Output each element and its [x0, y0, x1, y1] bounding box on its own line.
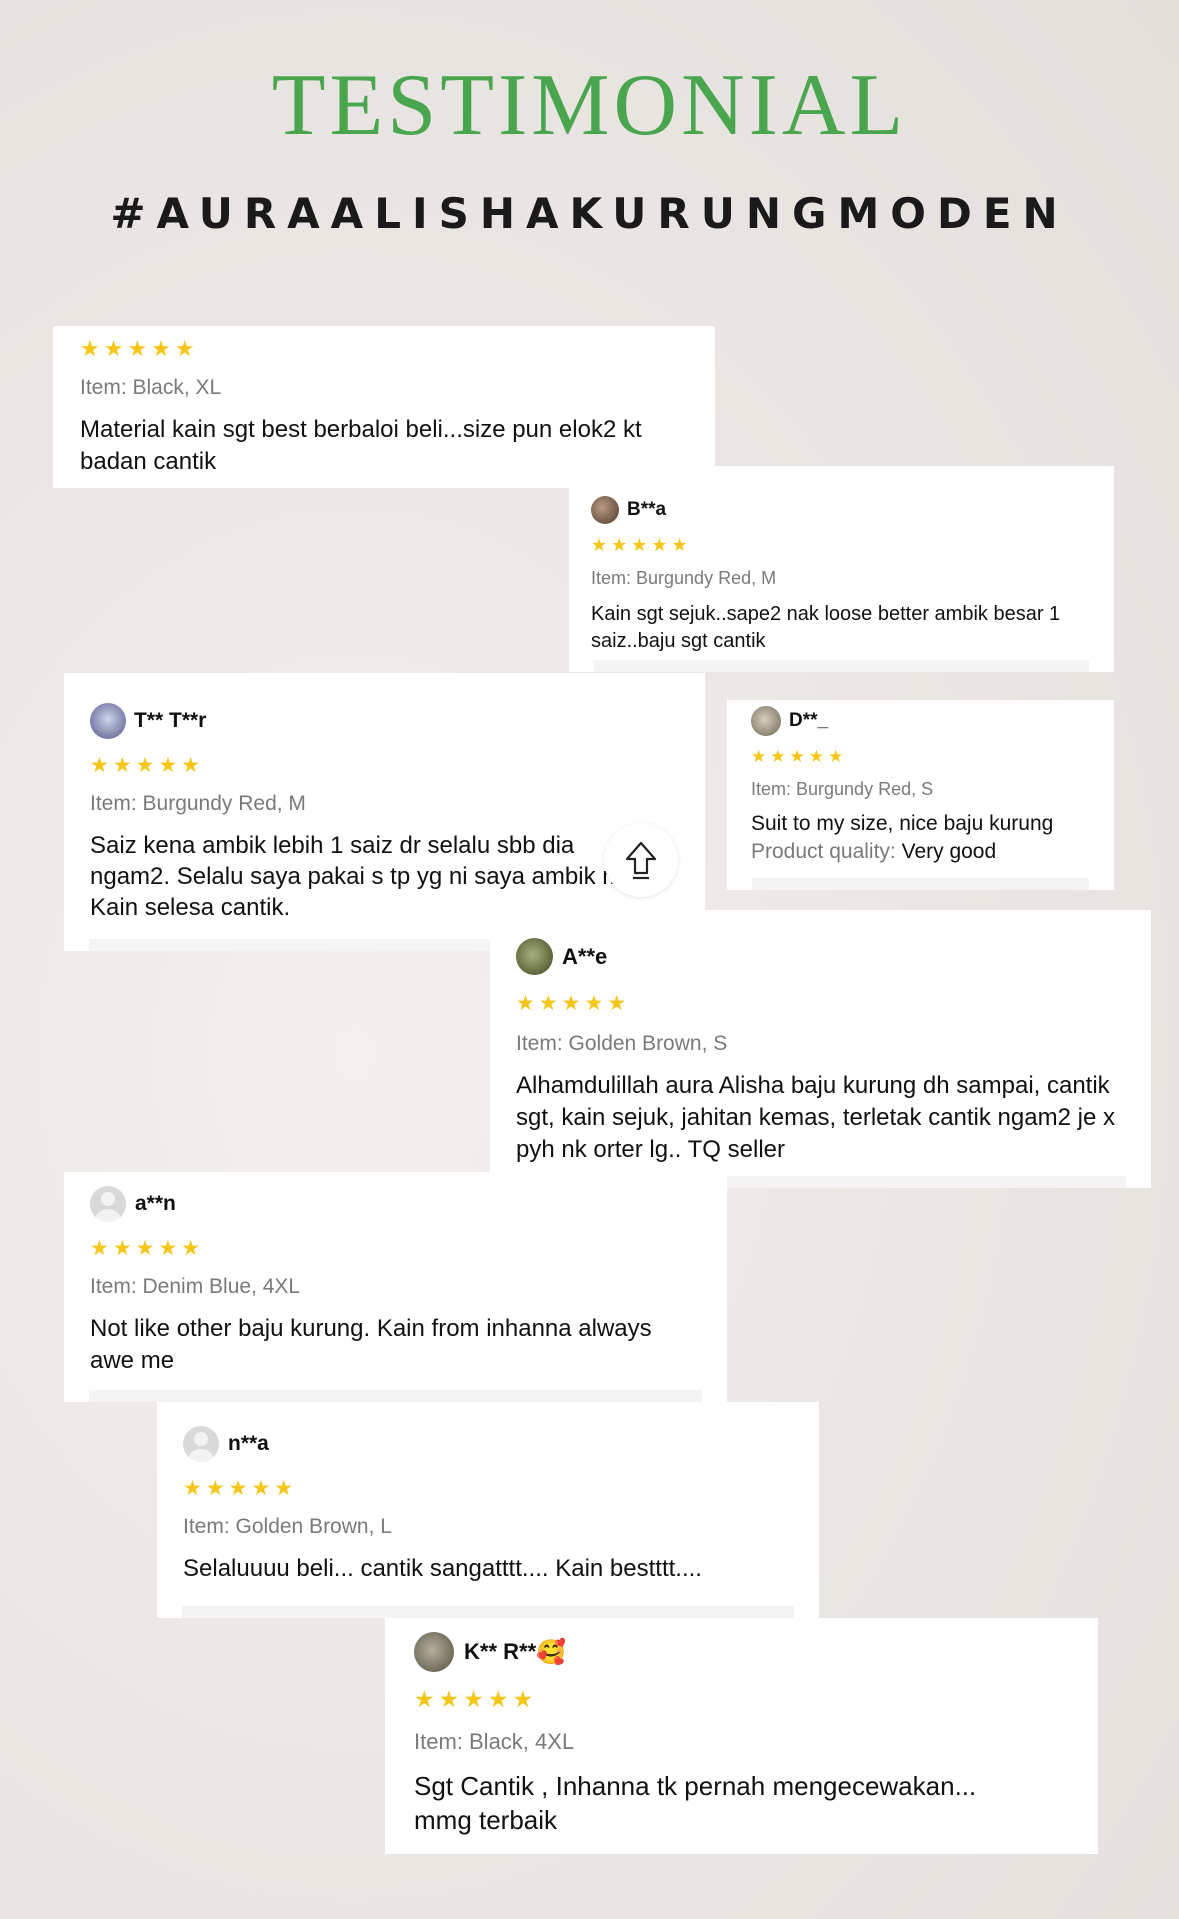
review-item: Item: Burgundy Red, M	[591, 568, 777, 588]
user-avatar	[90, 703, 126, 739]
rating-stars: ★★★★★	[80, 336, 199, 361]
user-avatar	[591, 496, 619, 524]
rating-stars: ★★★★★	[516, 992, 631, 1015]
review-card: D**_ ★★★★★ Item: Burgundy Red, S Suit to…	[727, 700, 1114, 890]
review-card: A**e ★★★★★ Item: Golden Brown, S Alhamdu…	[490, 910, 1151, 1188]
quality-value: Very good	[901, 840, 997, 863]
review-item: Item: Black, XL	[80, 376, 222, 399]
user-avatar	[90, 1186, 126, 1222]
reviewer-name: a**n	[135, 1192, 176, 1215]
reviewer-name: A**e	[562, 943, 608, 969]
review-item: Item: Burgundy Red, M	[90, 792, 306, 815]
scroll-top-button[interactable]	[604, 823, 678, 897]
quality-label: Product quality:	[751, 840, 896, 863]
review-item: Item: Denim Blue, 4XL	[90, 1275, 301, 1298]
rating-stars: ★★★★★	[591, 535, 692, 555]
rating-stars: ★★★★★	[414, 1686, 538, 1712]
reviewer-name: D**_	[789, 710, 829, 731]
user-avatar	[751, 706, 781, 736]
review-card: B**a ★★★★★ Item: Burgundy Red, M Kain sg…	[569, 466, 1114, 672]
rating-stars: ★★★★★	[90, 754, 205, 777]
hashtag-subtitle: #AURAALISHAKURUNGMODEN	[110, 189, 1069, 238]
review-item: Item: Burgundy Red, S	[751, 779, 934, 799]
review-text: Sgt Cantik , Inhanna tk pernah mengecewa…	[414, 1771, 977, 1835]
rating-stars: ★★★★★	[90, 1237, 205, 1260]
review-text: Selaluuuu beli... cantik sangatttt.... K…	[183, 1555, 702, 1582]
review-card: n**a ★★★★★ Item: Golden Brown, L Selaluu…	[157, 1402, 819, 1618]
smiling-face-with-hearts-emoji: 🥰	[536, 1638, 567, 1666]
review-item: Item: Golden Brown, S	[516, 1032, 728, 1055]
rating-stars: ★★★★★	[751, 747, 848, 766]
review-item: Item: Golden Brown, L	[183, 1515, 392, 1538]
review-item: Item: Black, 4XL	[414, 1729, 575, 1754]
review-text: Alhamdulillah aura Alisha baju kurung dh…	[516, 1072, 1115, 1163]
review-card: ★★★★★ Item: Black, XL Material kain sgt …	[53, 326, 715, 488]
arrow-up-icon	[625, 841, 657, 880]
review-text: Kain sgt sejuk..sape2 nak loose better a…	[591, 603, 1061, 652]
review-card: K** R** 🥰 ★★★★★ Item: Black, 4XL Sgt Can…	[385, 1618, 1098, 1854]
reviewer-name: n**a	[228, 1432, 269, 1455]
rating-stars: ★★★★★	[183, 1477, 298, 1500]
reviewer-name: K** R**	[464, 1639, 537, 1664]
review-text: Not like other baju kurung. Kain from in…	[90, 1315, 652, 1374]
review-text: Suit to my size, nice baju kurung	[751, 812, 1054, 835]
reviewer-name: B**a	[627, 499, 667, 520]
user-avatar	[516, 938, 553, 975]
review-card: a**n ★★★★★ Item: Denim Blue, 4XL Not lik…	[64, 1172, 727, 1402]
user-avatar	[183, 1426, 219, 1462]
page-title: TESTIMONIAL	[271, 57, 908, 154]
reviewer-name: T** T**r	[134, 709, 207, 732]
user-avatar	[414, 1632, 454, 1672]
